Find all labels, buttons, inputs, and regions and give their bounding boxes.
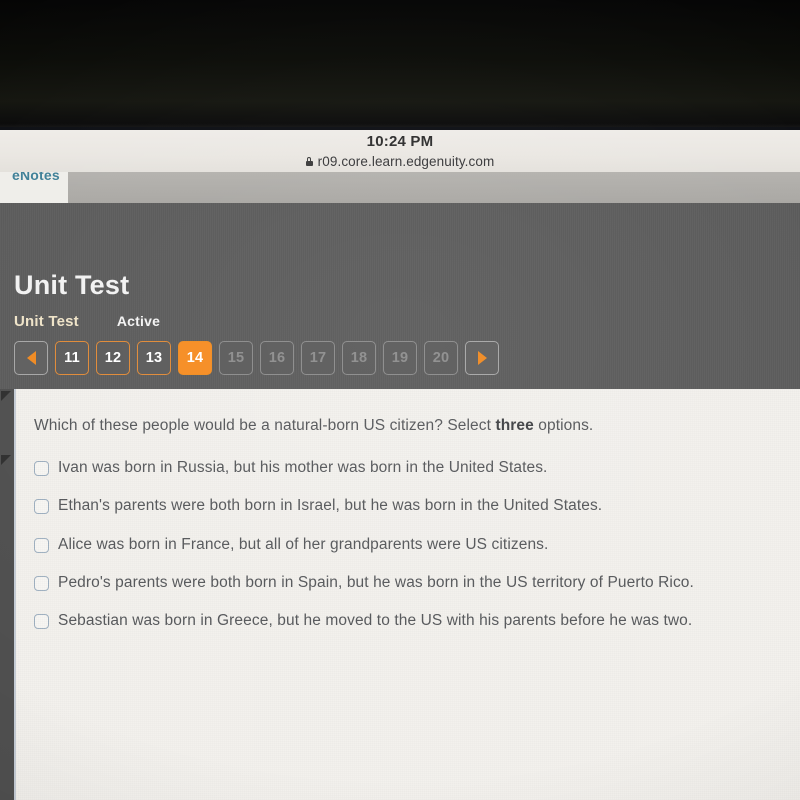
answer-option-1[interactable]: Ivan was born in Russia, but his mother … bbox=[34, 459, 794, 477]
subheader-unit-label: Unit Test bbox=[14, 313, 79, 330]
pager-item-13[interactable]: 13 bbox=[137, 341, 171, 375]
address-bar-url: r09.core.learn.edgenuity.com bbox=[317, 154, 495, 169]
checkbox-option-2[interactable] bbox=[34, 499, 49, 515]
tab-enotes-label: eNotes bbox=[12, 172, 60, 183]
device-photo: 10:24 PM r09.core.learn.edgenuity.com eN… bbox=[0, 0, 800, 800]
pager-item-15[interactable]: 15 bbox=[219, 341, 253, 375]
status-badge: Active bbox=[116, 313, 161, 329]
question-pager: 11 12 13 14 15 16 17 18 19 20 bbox=[14, 341, 499, 375]
page-title: Unit Test bbox=[14, 270, 130, 300]
question-prompt: Which of these people would be a natural… bbox=[34, 417, 774, 435]
question-prompt-emphasis: three bbox=[495, 417, 534, 434]
question-prompt-part2: options. bbox=[533, 417, 594, 434]
pager-item-20[interactable]: 20 bbox=[424, 341, 458, 375]
answer-options-list: Ivan was born in Russia, but his mother … bbox=[34, 459, 794, 651]
pager-item-17[interactable]: 17 bbox=[301, 341, 335, 375]
question-panel: Which of these people would be a natural… bbox=[14, 389, 800, 800]
answer-option-4-label: Pedro's parents were both born in Spain,… bbox=[58, 573, 694, 591]
answer-option-1-label: Ivan was born in Russia, but his mother … bbox=[58, 459, 548, 476]
device-bezel bbox=[0, 0, 800, 130]
pager-item-16[interactable]: 16 bbox=[260, 341, 294, 375]
tab-strip-filler bbox=[68, 172, 800, 203]
checkbox-option-3[interactable] bbox=[34, 537, 49, 553]
triangle-left-icon bbox=[26, 351, 36, 365]
pager-item-18[interactable]: 18 bbox=[342, 341, 376, 375]
answer-option-2[interactable]: Ethan's parents were both born in Israel… bbox=[34, 497, 794, 515]
status-bar-clock: 10:24 PM bbox=[366, 133, 434, 150]
pager-item-14[interactable]: 14 bbox=[178, 341, 212, 375]
address-bar[interactable]: r09.core.learn.edgenuity.com bbox=[0, 154, 800, 169]
pager-next-button[interactable] bbox=[465, 341, 499, 375]
subheader: Unit Test Active bbox=[14, 313, 160, 330]
question-prompt-part1: Which of these people would be a natural… bbox=[34, 417, 496, 434]
answer-option-5[interactable]: Sebastian was born in Greece, but he mov… bbox=[34, 612, 794, 630]
answer-option-5-label: Sebastian was born in Greece, but he mov… bbox=[58, 612, 693, 630]
triangle-right-icon bbox=[477, 351, 487, 365]
lock-icon bbox=[305, 156, 313, 166]
answer-option-2-label: Ethan's parents were both born in Israel… bbox=[58, 497, 603, 515]
tab-enotes[interactable]: eNotes bbox=[0, 172, 68, 203]
answer-option-4[interactable]: Pedro's parents were both born in Spain,… bbox=[34, 574, 794, 592]
pager-item-19[interactable]: 19 bbox=[383, 341, 417, 375]
pager-prev-button[interactable] bbox=[14, 341, 48, 375]
answer-option-3-label: Alice was born in France, but all of her… bbox=[58, 535, 549, 553]
checkbox-option-1[interactable] bbox=[34, 461, 49, 476]
answer-option-3[interactable]: Alice was born in France, but all of her… bbox=[34, 536, 794, 554]
pager-item-12[interactable]: 12 bbox=[96, 341, 130, 375]
page-tab-strip: eNotes bbox=[0, 172, 800, 203]
checkbox-option-5[interactable] bbox=[34, 614, 49, 630]
left-rail bbox=[0, 389, 14, 800]
rail-marker-icon bbox=[1, 455, 11, 465]
checkbox-option-4[interactable] bbox=[34, 575, 49, 591]
pager-item-11[interactable]: 11 bbox=[55, 341, 89, 375]
rail-marker-icon bbox=[1, 391, 11, 401]
